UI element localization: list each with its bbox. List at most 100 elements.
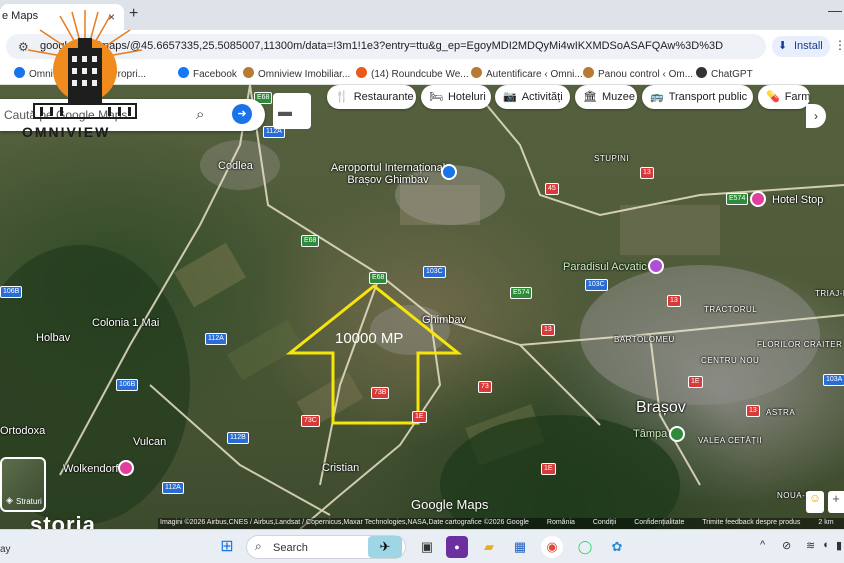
bookmark-item[interactable]: ChatGPT [696,67,753,80]
road-shield: 103C [423,266,446,278]
menu-icon[interactable]: ⋮ [834,38,844,52]
terms-link[interactable]: Condiții [593,519,616,526]
chip-farmacii[interactable]: 💊 Farm [758,85,810,109]
road-shield: 106B [116,379,139,391]
street-view-pegman-icon[interactable]: ☺ [806,491,824,513]
place-cristian[interactable]: Cristian [322,462,359,474]
wolkendorf-marker-icon[interactable] [118,460,134,476]
road-shield: 73C [301,415,320,427]
place-florilor[interactable]: FLORILOR CRAITER [757,340,842,349]
road-shield: 103C [585,279,608,291]
layers-label: Straturi [16,497,42,506]
country-link[interactable]: România [547,519,575,526]
taskbar-left-text: ay [0,544,11,555]
facebook-icon [178,67,189,78]
chatgpt-icon [696,67,707,78]
whatsapp-icon[interactable]: ◯ [574,536,596,558]
layers-icon: ◈ [6,495,13,505]
bus-icon: 🚌 [650,91,664,103]
layers-button[interactable]: ◈ Straturi [0,457,46,512]
place-valea-cetatii[interactable]: VALEA CETĂȚII [698,436,762,445]
place-tampa[interactable]: Tâmpa [633,428,667,440]
place-stupini[interactable]: STUPINI [594,154,629,163]
windows-start-icon[interactable]: ⊞ [216,536,238,558]
roundcube-icon [356,67,367,78]
bookmark-favicon-icon [471,67,482,78]
road-shield: E68 [369,272,388,284]
chip-muzee[interactable]: 🏛 Muzee [575,85,637,109]
road-shield: 13 [541,324,555,336]
install-button[interactable]: ⬇ Install [772,36,830,57]
road-shield: 112A [205,333,227,345]
google-maps-logo: Google Maps [411,497,489,512]
wifi-icon[interactable]: ≋ [806,539,815,552]
map-thumbnail-button[interactable]: ▬ [273,93,311,129]
road-shield: E574 [510,287,533,299]
place-astra[interactable]: ASTRA [766,408,795,417]
bookmark-item[interactable]: Facebook [178,67,237,80]
game-app-icon[interactable]: ● [446,536,468,558]
chip-hoteluri[interactable]: 🛏 Hoteluri [421,85,491,109]
road-shield: 1E [688,376,703,388]
bookmark-item[interactable]: (14) Roundcube We... [356,67,469,80]
chip-activitati[interactable]: 📷 Activități [495,85,570,109]
omniview-logo [27,10,143,119]
widget-icon[interactable]: ✈ [368,536,402,558]
search-icon[interactable]: ⌕ [196,106,204,123]
place-wolkendorf[interactable]: Wolkendorf [63,463,118,475]
restaurant-icon: 🍴 [335,91,349,103]
bookmark-favicon-icon [583,67,594,78]
task-view-icon[interactable]: ▣ [416,536,438,558]
chip-transport-public[interactable]: 🚌 Transport public [642,85,753,109]
battery-icon[interactable]: ▮ [836,539,842,552]
app-icon[interactable]: ✿ [606,536,628,558]
minimize-button[interactable]: — [828,2,842,18]
bookmark-item[interactable]: Omniview Imobiliar... [243,67,350,80]
place-brasov[interactable]: Brașov [636,399,686,417]
aquapark-marker-icon[interactable] [648,258,664,274]
install-icon: ⬇ [778,40,788,52]
place-bartolomeu[interactable]: BARTOLOMEU [614,335,675,344]
chrome-icon[interactable]: ◉ [541,536,563,558]
road-shield: 112A [162,482,184,494]
place-paradisul-acvatic[interactable]: Paradisul Acvatic [563,261,647,273]
place-hotel-stop[interactable]: Hotel Stop [772,194,823,206]
hotel-icon: 🛏 [429,91,443,103]
store-icon[interactable]: ▦ [509,536,531,558]
place-airport[interactable]: Aeroportul Internațional Brașov Ghimbav [328,162,448,186]
directions-icon[interactable]: ➜ [232,104,252,124]
place-codlea[interactable]: Codlea [218,160,253,172]
chip-restaurante[interactable]: 🍴 Restaurante [327,85,416,109]
file-explorer-icon[interactable]: ▰ [478,536,500,558]
zoom-in-button[interactable]: + [828,491,844,513]
road-shield: 1E [412,411,427,423]
bookmark-item[interactable]: Panou control ‹ Om... [583,67,693,80]
place-ortodoxa[interactable]: Ortodoxa [0,425,45,437]
road-shield: E68 [301,235,320,247]
windows-taskbar: ay ⊞ ⌕ Search ✈ ▣ ● ▰ ▦ ◉ ◯ ✿ ^ ⊘ ≋ ◖ ▮ [0,529,844,563]
tampa-marker-icon[interactable] [669,426,685,442]
install-label: Install [794,40,823,52]
volume-icon[interactable]: ◖ [822,539,829,551]
feedback-link[interactable]: Trimite feedback despre produs [702,519,800,526]
tray-overflow-icon[interactable]: ^ [760,539,765,551]
satellite-map[interactable]: Codlea Aeroportul Internațional Brașov G… [0,85,844,529]
road-shield: 13 [667,295,681,307]
tray-status-icon[interactable]: ⊘ [782,539,791,552]
bookmark-item[interactable]: Autentificare ‹ Omni... [471,67,583,80]
scale-label[interactable]: 2 km [818,519,833,526]
place-colonia-1-mai[interactable]: Colonia 1 Mai [92,317,159,329]
place-vulcan[interactable]: Vulcan [133,436,166,448]
airport-marker-icon[interactable] [441,164,457,180]
place-holbav[interactable]: Holbav [36,332,70,344]
road-shield: 13 [640,167,654,179]
road-shield: E574 [726,193,749,205]
place-tractorul[interactable]: TRACTORUL [704,305,757,314]
place-ghimbav[interactable]: Ghimbav [422,314,466,326]
privacy-link[interactable]: Confidențialitate [634,519,684,526]
hotel-marker-icon[interactable] [750,191,766,207]
pharmacy-icon: 💊 [766,91,780,103]
search-icon: ⌕ [255,539,262,553]
place-centru-nou[interactable]: CENTRU NOU [701,356,759,365]
place-triaj[interactable]: TRIAJ-H [815,289,844,298]
